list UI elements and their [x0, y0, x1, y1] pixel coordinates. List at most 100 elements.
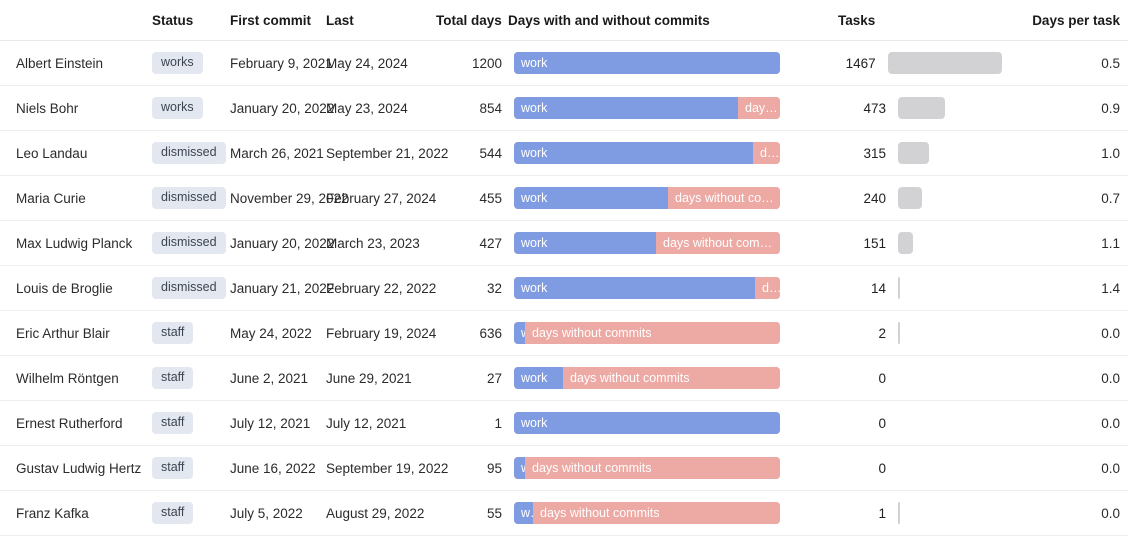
cell-status: staff: [152, 311, 230, 356]
tasks-count: 2: [838, 326, 886, 341]
table-row[interactable]: Maria CuriedismissedNovember 29, 2022Feb…: [0, 176, 1128, 221]
bar-segment-idle-label: days without commits: [532, 457, 780, 479]
cell-commits-bar: work days without commits: [508, 446, 838, 491]
cell-status: works: [152, 41, 230, 86]
table-row[interactable]: Ernest RutherfordstaffJuly 12, 2021July …: [0, 401, 1128, 446]
cell-first-commit: January 20, 2022: [230, 86, 326, 131]
bar-segment-idle: days without commits: [533, 502, 780, 524]
tasks-count: 0: [838, 461, 886, 476]
bar-segment-work: work: [514, 412, 780, 434]
table-row[interactable]: Leo LandaudismissedMarch 26, 2021Septemb…: [0, 131, 1128, 176]
bar-segment-idle-label: days without commits: [532, 322, 780, 344]
cell-tasks: 14: [838, 266, 1002, 311]
cell-first-commit: July 12, 2021: [230, 401, 326, 446]
cell-first-commit: June 2, 2021: [230, 356, 326, 401]
stacked-bar: work: [514, 412, 780, 434]
status-badge: works: [152, 97, 203, 119]
tasks-count: 151: [838, 236, 886, 251]
cell-employee-name: Maria Curie: [0, 176, 152, 221]
tasks-bar: [898, 322, 900, 344]
tasks-count: 0: [838, 371, 886, 386]
status-badge: dismissed: [152, 187, 226, 209]
cell-days-per-task: 0.0: [1002, 401, 1128, 446]
bar-segment-work: work: [514, 52, 780, 74]
status-badge: works: [152, 52, 203, 74]
bar-segment-work-label: work: [521, 277, 755, 299]
table-row[interactable]: Wilhelm RöntgenstaffJune 2, 2021June 29,…: [0, 356, 1128, 401]
bar-segment-work-label: work: [521, 52, 780, 74]
bar-segment-idle-label: days without commits: [675, 187, 780, 209]
column-header-last[interactable]: Last: [326, 0, 436, 41]
bar-segment-work-label: work: [521, 97, 738, 119]
bar-segment-work: work: [514, 322, 525, 344]
bar-segment-work-label: work: [521, 187, 668, 209]
employee-commit-table: Status First commit Last Total days Days…: [0, 0, 1128, 536]
cell-commits-bar: work days without commits: [508, 176, 838, 221]
stacked-bar: workdays without commits: [514, 232, 780, 254]
cell-commits-bar: work: [508, 41, 838, 86]
cell-tasks: 0: [838, 356, 1002, 401]
bar-segment-work-label: work: [521, 412, 780, 434]
cell-employee-name: Max Ludwig Planck: [0, 221, 152, 266]
cell-total-days: 55: [436, 491, 508, 536]
column-header-total-days[interactable]: Total days: [436, 0, 508, 41]
cell-employee-name: Leo Landau: [0, 131, 152, 176]
cell-status: dismissed: [152, 176, 230, 221]
status-badge: staff: [152, 502, 193, 524]
cell-first-commit: July 5, 2022: [230, 491, 326, 536]
column-header-days-with-without-commits[interactable]: Days with and without commits: [508, 0, 838, 41]
cell-first-commit: January 20, 2022: [230, 221, 326, 266]
cell-employee-name: Wilhelm Röntgen: [0, 356, 152, 401]
cell-tasks: 0: [838, 401, 1002, 446]
cell-days-per-task: 0.0: [1002, 491, 1128, 536]
tasks-count: 0: [838, 416, 886, 431]
cell-days-per-task: 0.0: [1002, 311, 1128, 356]
cell-commits-bar: workdays without commits: [508, 131, 838, 176]
table-row[interactable]: Max Ludwig PlanckdismissedJanuary 20, 20…: [0, 221, 1128, 266]
bar-segment-work: work: [514, 187, 668, 209]
bar-segment-idle: days without commits: [656, 232, 780, 254]
tasks-bar: [898, 97, 945, 119]
stacked-bar: work days without commits: [514, 187, 780, 209]
cell-employee-name: Niels Bohr: [0, 86, 152, 131]
table-row[interactable]: Niels BohrworksJanuary 20, 2022May 23, 2…: [0, 86, 1128, 131]
cell-first-commit: May 24, 2022: [230, 311, 326, 356]
table-body: Albert EinsteinworksFebruary 9, 2021May …: [0, 41, 1128, 536]
column-header-first-commit[interactable]: First commit: [230, 0, 326, 41]
bar-segment-idle: days without commits: [525, 322, 780, 344]
tasks-bar: [898, 277, 900, 299]
tasks-count: 1467: [838, 56, 876, 71]
stacked-bar: workdays without commits: [514, 142, 780, 164]
cell-days-per-task: 0.0: [1002, 446, 1128, 491]
bar-segment-work: work: [514, 457, 525, 479]
cell-first-commit: June 16, 2022: [230, 446, 326, 491]
column-header-status[interactable]: Status: [152, 0, 230, 41]
cell-commits-bar: workdays without commits: [508, 221, 838, 266]
cell-first-commit: November 29, 2022: [230, 176, 326, 221]
table-row[interactable]: Albert EinsteinworksFebruary 9, 2021May …: [0, 41, 1128, 86]
bar-segment-idle: days without commits: [525, 457, 780, 479]
bar-segment-idle-label: days without commits: [540, 502, 780, 524]
stacked-bar: workdays without commits: [514, 502, 780, 524]
table-row[interactable]: Gustav Ludwig HertzstaffJune 16, 2022Sep…: [0, 446, 1128, 491]
column-header-days-per-task[interactable]: Days per task: [1002, 0, 1128, 41]
cell-tasks: 1: [838, 491, 1002, 536]
cell-last-commit: September 19, 2022: [326, 446, 436, 491]
table-row[interactable]: Eric Arthur BlairstaffMay 24, 2022Februa…: [0, 311, 1128, 356]
tasks-bar: [888, 52, 1002, 74]
cell-commits-bar: workdays without commits: [508, 266, 838, 311]
cell-employee-name: Franz Kafka: [0, 491, 152, 536]
cell-total-days: 27: [436, 356, 508, 401]
cell-status: dismissed: [152, 266, 230, 311]
table-header: Status First commit Last Total days Days…: [0, 0, 1128, 41]
column-header-tasks[interactable]: Tasks: [838, 0, 1002, 41]
bar-segment-idle: days without commits: [753, 142, 780, 164]
tasks-bar: [898, 187, 922, 209]
bar-segment-work: work: [514, 142, 753, 164]
cell-status: staff: [152, 446, 230, 491]
bar-segment-work: work: [514, 97, 738, 119]
table-row[interactable]: Franz KafkastaffJuly 5, 2022August 29, 2…: [0, 491, 1128, 536]
table-row[interactable]: Louis de BrogliedismissedJanuary 21, 202…: [0, 266, 1128, 311]
column-header-name[interactable]: [0, 0, 152, 41]
tasks-count: 240: [838, 191, 886, 206]
